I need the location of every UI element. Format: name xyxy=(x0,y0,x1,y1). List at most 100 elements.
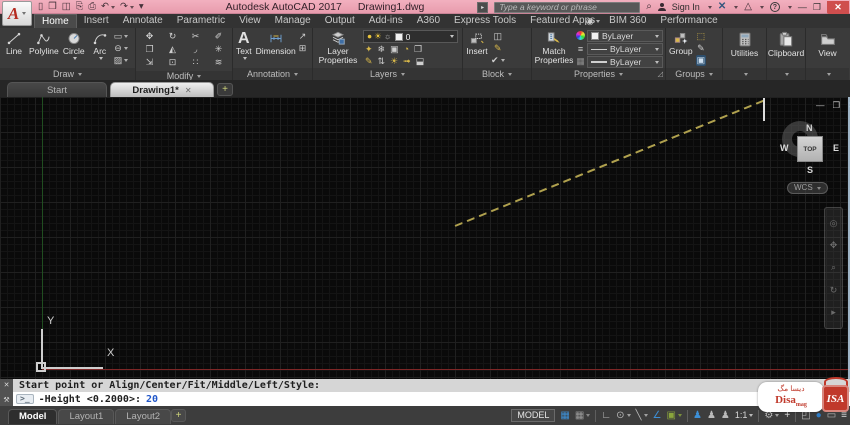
ortho-icon[interactable]: ∟ xyxy=(601,409,611,422)
zoom-icon[interactable]: ⌕ xyxy=(831,262,836,273)
group-selection-icon[interactable]: ▣ xyxy=(695,55,707,66)
lineweight-dropdown[interactable]: ByLayer xyxy=(587,56,663,68)
tab-parametric[interactable]: Parametric xyxy=(170,14,232,28)
tab-insert[interactable]: Insert xyxy=(77,14,116,28)
line-button[interactable]: Line xyxy=(2,30,26,57)
tab-view[interactable]: View xyxy=(232,14,268,28)
showmotion-icon[interactable]: ▸ xyxy=(831,307,836,318)
tab-addins[interactable]: Add-ins xyxy=(362,14,410,28)
table-icon[interactable]: ⊞ xyxy=(299,43,307,54)
help-icon[interactable]: ? xyxy=(769,2,780,12)
navigation-wheel-icon[interactable]: ◎ xyxy=(830,218,838,229)
block-attributes-icon[interactable]: ✔ xyxy=(491,55,505,66)
polar-tracking-icon[interactable]: ⊙ xyxy=(616,409,631,422)
autodesk-exchange-icon[interactable]: ✕ xyxy=(718,1,726,13)
file-tab-start[interactable]: Start xyxy=(7,82,107,97)
a360-connect-icon[interactable]: △ xyxy=(744,1,752,13)
group-edit-icon[interactable]: ✎ xyxy=(696,43,707,54)
qat-menu-icon[interactable]: ▾ xyxy=(139,1,144,13)
qat-open-icon[interactable]: ❒ xyxy=(48,1,57,13)
model-space-button[interactable]: MODEL xyxy=(511,409,556,422)
layer-copy-icon[interactable]: ❐ xyxy=(414,44,422,55)
minimize-button[interactable]: — xyxy=(798,1,807,14)
insert-block-button[interactable]: Insert xyxy=(465,30,489,57)
explode-icon[interactable]: ✳ xyxy=(209,44,228,57)
layer-merge-icon[interactable]: ➟ xyxy=(403,56,411,67)
layer-walk-icon[interactable]: ⇅ xyxy=(378,56,386,67)
layer-lock-tool-icon[interactable]: ▣ xyxy=(390,44,399,55)
tab-layout1[interactable]: Layout1 xyxy=(58,409,115,424)
tab-manage[interactable]: Manage xyxy=(268,14,318,28)
viewcube-south-label[interactable]: S xyxy=(807,165,813,175)
viewcube-top-face[interactable]: TOP xyxy=(797,136,823,162)
wcs-dropdown[interactable]: WCS xyxy=(787,182,828,194)
viewport-restore-icon[interactable]: ❐ xyxy=(833,100,841,111)
file-tab-close-icon[interactable]: ✕ xyxy=(185,86,192,95)
connect-icon[interactable]: ◉ xyxy=(586,14,600,28)
qat-redo-icon[interactable]: ↷ xyxy=(120,1,134,13)
file-tab-drawing1[interactable]: Drawing1* ✕ xyxy=(110,82,214,97)
qat-undo-icon[interactable]: ↶ xyxy=(101,1,115,13)
viewcube-east-label[interactable]: E xyxy=(833,143,839,153)
search-go-icon[interactable]: ▸ xyxy=(477,1,489,13)
snap-mode-icon[interactable]: ▦ xyxy=(575,409,591,422)
plot-style-icon[interactable]: ▦ xyxy=(576,56,585,67)
new-drawing-tab-button[interactable]: + xyxy=(217,83,233,96)
tab-express-tools[interactable]: Express Tools xyxy=(447,14,523,28)
command-tools-icon[interactable]: ⚒ xyxy=(3,396,9,404)
dimension-button[interactable]: Dimension xyxy=(255,30,297,57)
tab-layout2[interactable]: Layout2 xyxy=(115,409,172,424)
object-snap-tracking-icon[interactable]: ∠ xyxy=(653,409,662,422)
autoscale-icon[interactable]: ♟ xyxy=(707,409,716,422)
dialog-launcher-icon[interactable]: ◿ xyxy=(658,70,663,78)
erase-icon[interactable]: ✐ xyxy=(209,31,228,44)
command-input-value[interactable]: 20 xyxy=(146,394,158,405)
properties-panel-footer[interactable]: Properties ◿ xyxy=(532,68,665,80)
layer-on-icon[interactable]: ☀ xyxy=(390,56,398,67)
offset-icon[interactable]: ≋ xyxy=(209,57,228,70)
sign-in-button[interactable]: Sign In xyxy=(672,2,700,12)
restore-button[interactable]: ❐ xyxy=(813,1,821,14)
create-block-icon[interactable]: ◫ xyxy=(491,31,505,42)
layer-current-icon[interactable]: ✎ xyxy=(365,56,373,67)
move-icon[interactable]: ✥ xyxy=(140,31,159,44)
qat-save-icon[interactable]: ◫ xyxy=(62,1,71,13)
rotate-icon[interactable]: ↻ xyxy=(163,31,182,44)
qat-saveas-icon[interactable]: ⎘ xyxy=(76,1,84,13)
layer-select-dropdown[interactable]: ● ☀ ☼ 0 xyxy=(363,30,458,43)
object-snap-icon[interactable]: ▣ xyxy=(667,409,682,422)
annotation-scale-button[interactable]: 1:1 xyxy=(735,409,754,422)
hatch-icon[interactable]: ▨ xyxy=(114,55,129,66)
multileader-icon[interactable]: ↗ xyxy=(299,31,307,42)
fillet-icon[interactable]: ◞ xyxy=(186,44,205,57)
navigation-bar[interactable]: ◎ ✥ ⌕ ↻ ▸ xyxy=(824,207,843,329)
color-wheel-icon[interactable] xyxy=(576,31,585,43)
tab-performance[interactable]: Performance xyxy=(653,14,724,28)
draw-panel-footer[interactable]: Draw xyxy=(0,68,135,80)
block-panel-footer[interactable]: Block xyxy=(463,68,531,80)
ungroup-icon[interactable]: ⬚ xyxy=(696,31,707,42)
mirror-icon[interactable]: ◭ xyxy=(163,44,182,57)
rectangle-icon[interactable]: ▭ xyxy=(114,31,129,42)
text-button[interactable]: A Text xyxy=(235,30,253,61)
annotation-panel-footer[interactable]: Annotation xyxy=(233,68,312,80)
pan-icon[interactable]: ✥ xyxy=(830,240,838,251)
group-button[interactable]: Group xyxy=(668,30,694,57)
tab-bim360[interactable]: BIM 360 xyxy=(602,14,653,28)
layer-match-icon[interactable]: ◔ xyxy=(404,44,409,55)
array-icon[interactable]: ∷ xyxy=(186,57,205,70)
viewcube-north-label[interactable]: N xyxy=(806,123,813,133)
groups-panel-footer[interactable]: Groups xyxy=(666,68,722,80)
match-properties-button[interactable]: Match Properties xyxy=(534,30,574,66)
layer-delete-icon[interactable]: ⬓ xyxy=(416,56,425,67)
viewport-minimize-icon[interactable]: — xyxy=(816,100,825,111)
layers-panel-footer[interactable]: Layers xyxy=(313,68,462,80)
tab-a360[interactable]: A360 xyxy=(410,14,447,28)
add-scales-icon[interactable]: ♟ xyxy=(721,409,730,422)
color-list-icon[interactable]: ≡ xyxy=(576,44,585,55)
viewcube-west-label[interactable]: W xyxy=(780,143,789,153)
scale-icon[interactable]: ⊡ xyxy=(163,57,182,70)
recent-commands-icon[interactable]: >_ xyxy=(16,394,34,404)
utilities-button[interactable]: Utilities xyxy=(730,30,759,59)
utilities-panel-footer[interactable] xyxy=(723,68,766,80)
